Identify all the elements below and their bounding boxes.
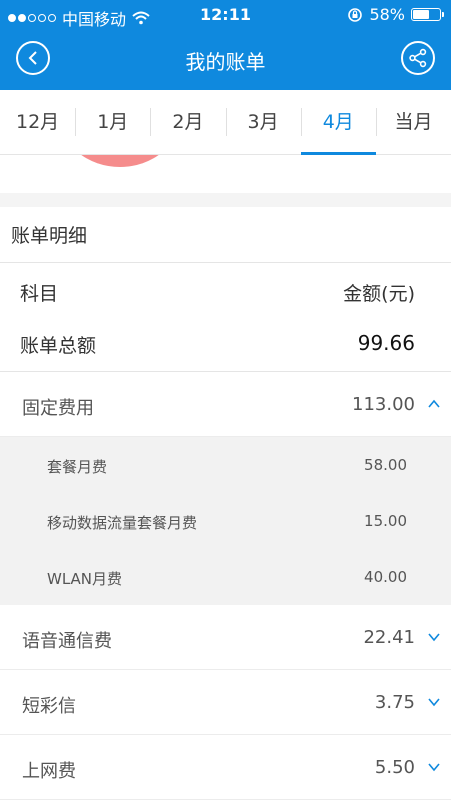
battery-icon <box>411 8 444 21</box>
item-label: 套餐月费 <box>47 458 108 476</box>
category-amount: 113.00 <box>352 394 415 415</box>
page-title: 我的账单 <box>185 50 266 74</box>
total-row: 账单总额 99.66 <box>0 315 451 372</box>
item-amount: 15.00 <box>364 512 407 530</box>
total-amount: 99.66 <box>357 331 415 355</box>
tab-month-1[interactable]: 1月 <box>75 90 150 154</box>
app-header: 中国移动 12:11 58% 我的账单 <box>0 0 451 90</box>
item-label: WLAN月费 <box>47 570 123 588</box>
section-title: 账单明细 <box>0 207 451 263</box>
status-bar: 中国移动 12:11 58% <box>0 0 451 30</box>
total-label: 账单总额 <box>20 335 97 357</box>
orientation-lock-icon <box>348 7 363 22</box>
chevron-down-icon <box>428 763 440 772</box>
tab-current-month[interactable]: 当月 <box>375 90 451 154</box>
amount-header: 金额(元) <box>343 283 415 305</box>
category-amount: 5.50 <box>374 757 415 778</box>
battery-percent: 58% <box>369 5 405 24</box>
column-header-row: 科目 金额(元) <box>0 263 451 315</box>
item-amount: 40.00 <box>364 568 407 586</box>
category-label: 语音通信费 <box>22 631 112 652</box>
list-item: WLAN月费 40.00 <box>0 549 451 605</box>
chevron-down-icon <box>428 698 440 707</box>
item-amount: 58.00 <box>364 456 407 474</box>
subject-header: 科目 <box>20 283 59 305</box>
tab-month-3[interactable]: 3月 <box>225 90 301 154</box>
month-tabs: 12月 1月 2月 3月 4月 当月 <box>0 90 451 155</box>
bill-chart-area <box>0 155 451 193</box>
share-icon <box>409 48 427 68</box>
category-internet[interactable]: 上网费 5.50 <box>0 735 451 800</box>
nav-bar: 我的账单 <box>0 32 451 88</box>
status-right: 58% <box>347 5 444 24</box>
list-item: 移动数据流量套餐月费 15.00 <box>0 493 451 549</box>
bill-detail-section: 账单明细 科目 金额(元) 账单总额 99.66 固定费用 113.00 套餐月… <box>0 207 451 800</box>
tab-month-2[interactable]: 2月 <box>150 90 225 154</box>
category-voice[interactable]: 语音通信费 22.41 <box>0 605 451 670</box>
category-label: 上网费 <box>22 761 76 782</box>
tab-month-4[interactable]: 4月 <box>300 90 377 155</box>
category-sms-mms[interactable]: 短彩信 3.75 <box>0 670 451 735</box>
chevron-up-icon <box>428 399 440 408</box>
category-amount: 22.41 <box>363 627 415 648</box>
category-label: 固定费用 <box>22 398 94 419</box>
item-label: 移动数据流量套餐月费 <box>47 514 198 532</box>
tab-month-12[interactable]: 12月 <box>0 90 75 154</box>
fixed-fee-items: 套餐月费 58.00 移动数据流量套餐月费 15.00 WLAN月费 40.00 <box>0 437 451 605</box>
category-label: 短彩信 <box>22 696 76 717</box>
chevron-down-icon <box>428 633 440 642</box>
list-item: 套餐月费 58.00 <box>0 437 451 493</box>
pie-chart-slice <box>60 155 180 167</box>
category-fixed-fee[interactable]: 固定费用 113.00 <box>0 372 451 437</box>
section-spacer <box>0 193 451 207</box>
category-amount: 3.75 <box>374 692 415 713</box>
share-button[interactable] <box>401 41 435 75</box>
